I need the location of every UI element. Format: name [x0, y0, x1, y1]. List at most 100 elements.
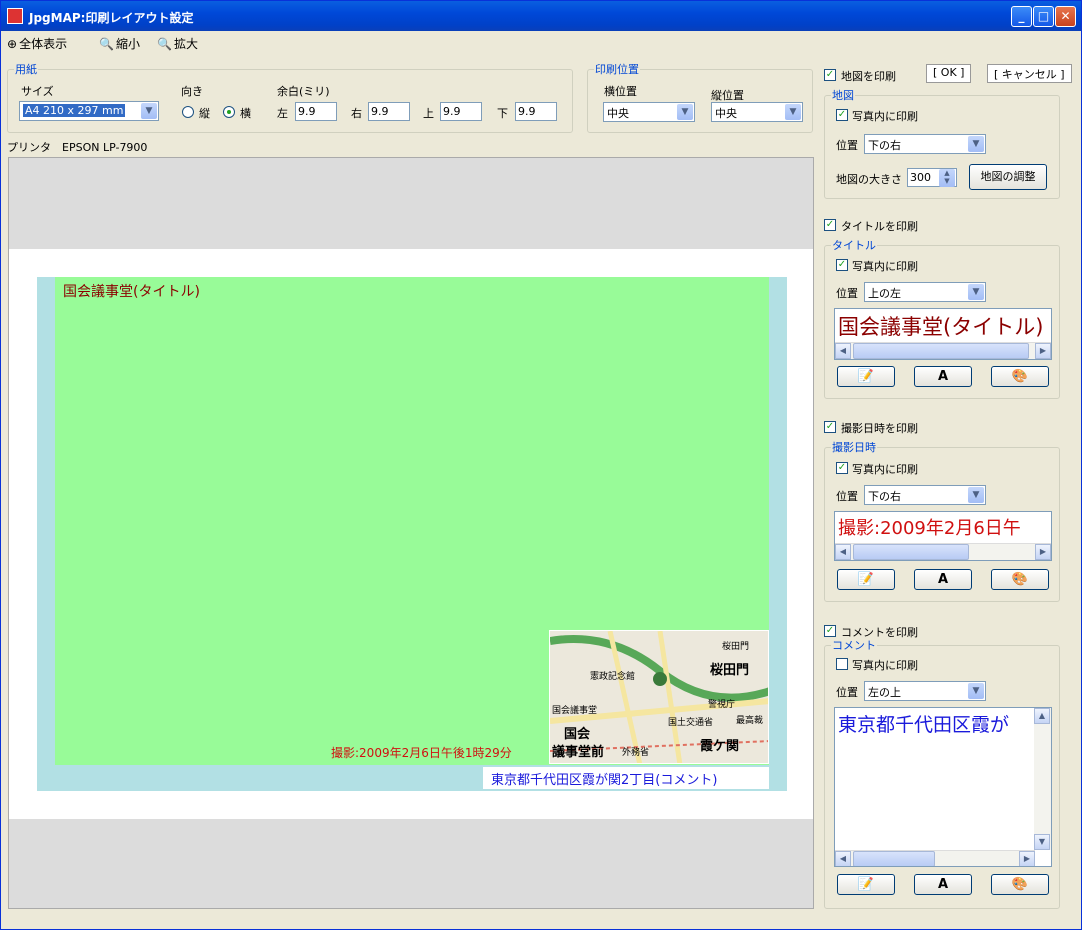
chevron-down-icon: ▼	[785, 104, 801, 120]
print-layout-window: JpgMAP:印刷レイアウト設定 _ □ ✕ ⊕ 全体表示 🔍 縮小 🔍 拡大 [ O…	[0, 0, 1082, 930]
print-title-label: タイトルを印刷	[841, 220, 918, 233]
map-label: 国会議事堂	[552, 706, 598, 716]
fit-button[interactable]: ⊕ 全体表示	[7, 35, 67, 52]
paper-preview: 国会議事堂(タイトル) 撮影:2009年2月6日午後1時29分 桜田門 憲政記念…	[9, 249, 813, 819]
title-font-button[interactable]: A	[914, 366, 972, 387]
date-inside-label: 写真内に印刷	[852, 463, 918, 476]
chevron-down-icon: ▼	[968, 136, 984, 152]
title-inside-label: 写真内に印刷	[852, 260, 918, 273]
title-position-select[interactable]: 上の左 ▼	[864, 282, 986, 302]
scroll-up-icon[interactable]: ▲	[1034, 708, 1050, 724]
scroll-left-icon[interactable]: ◀	[835, 343, 851, 359]
comment-sample-box[interactable]: 東京都千代田区霞が ▲ ▼ ◀ ▶	[834, 707, 1052, 867]
margin-bottom-input[interactable]: 9.9	[515, 102, 557, 121]
margin-label: 余白(ミリ)	[277, 85, 330, 98]
comment-vscroll[interactable]: ▲ ▼	[1034, 708, 1051, 850]
preview-area: 国会議事堂(タイトル) 撮影:2009年2月6日午後1時29分 桜田門 憲政記念…	[8, 157, 814, 909]
zoom-in-label: 拡大	[173, 37, 198, 51]
font-icon: A	[937, 369, 949, 384]
scroll-left-icon[interactable]: ◀	[835, 851, 851, 866]
minimize-button[interactable]: _	[1011, 6, 1032, 27]
scroll-right-icon[interactable]: ▶	[1035, 343, 1051, 359]
comment-position-select[interactable]: 左の上 ▼	[864, 681, 986, 701]
date-edit-button[interactable]: 📝	[837, 569, 895, 590]
print-date-label: 撮影日時を印刷	[841, 422, 918, 435]
size-label: サイズ	[21, 85, 54, 98]
preview-date-text: 撮影:2009年2月6日午後1時29分	[331, 746, 512, 760]
map-adjust-button[interactable]: 地図の調整	[969, 164, 1047, 190]
print-comment-checkbox[interactable]: ✓	[824, 625, 836, 637]
zoom-in-button[interactable]: 🔍 拡大	[157, 35, 198, 52]
title-hscroll[interactable]: ◀ ▶	[835, 342, 1051, 359]
margin-right-label: 右	[351, 107, 362, 120]
scroll-right-icon[interactable]: ▶	[1035, 544, 1051, 560]
preview-comment-text: 東京都千代田区霞が関2丁目(コメント)	[483, 767, 769, 789]
date-hscroll[interactable]: ◀ ▶	[835, 543, 1051, 560]
comment-inside-checkbox[interactable]: ✓	[836, 658, 848, 670]
scroll-thumb[interactable]	[853, 343, 1029, 359]
margin-top-input[interactable]: 9.9	[440, 102, 482, 121]
chevron-down-icon: ▼	[141, 103, 157, 119]
margin-left-input[interactable]: 9.9	[295, 102, 337, 121]
title-legend: タイトル	[832, 239, 876, 252]
print-date-checkbox[interactable]: ✓	[824, 421, 836, 433]
scroll-right-icon[interactable]: ▶	[1019, 851, 1035, 866]
print-map-checkbox[interactable]: ✓	[824, 69, 836, 81]
cancel-button[interactable]: [ キャンセル ]	[987, 64, 1072, 83]
comment-edit-button[interactable]: 📝	[837, 874, 895, 895]
date-sample-box: 撮影:2009年2月6日午 ◀ ▶	[834, 511, 1052, 561]
map-label: 外務省	[622, 748, 650, 758]
toolbar: ⊕ 全体表示 🔍 縮小 🔍 拡大 [ OK ] [ キャンセル ]	[1, 31, 1081, 83]
title-inside-checkbox[interactable]: ✓	[836, 259, 848, 271]
date-font-button[interactable]: A	[914, 569, 972, 590]
close-button[interactable]: ✕	[1055, 6, 1076, 27]
comment-font-button[interactable]: A	[914, 874, 972, 895]
map-inside-checkbox[interactable]: ✓	[836, 109, 848, 121]
landscape-radio[interactable]	[223, 106, 235, 118]
title-bar: JpgMAP:印刷レイアウト設定 _ □ ✕	[1, 1, 1081, 31]
v-position-value: 中央	[715, 107, 737, 120]
print-map-label: 地図を印刷	[841, 70, 896, 83]
h-position-value: 中央	[607, 107, 629, 120]
ok-button[interactable]: [ OK ]	[926, 64, 972, 83]
map-size-value: 300	[910, 171, 931, 184]
print-position-legend: 印刷位置	[595, 63, 639, 76]
comment-hscroll[interactable]: ◀ ▶	[835, 850, 1035, 866]
comment-legend: コメント	[832, 639, 876, 652]
paper-size-value: A4 210 x 297 mm	[23, 104, 126, 117]
map-size-input[interactable]: 300 ▲ ▼	[907, 168, 957, 187]
window-title: JpgMAP:印刷レイアウト設定	[29, 11, 194, 25]
print-title-checkbox[interactable]: ✓	[824, 219, 836, 231]
map-label: 憲政記念館	[590, 672, 636, 682]
fit-icon: ⊕	[7, 37, 18, 51]
paper-size-select[interactable]: A4 210 x 297 mm ▼	[19, 101, 159, 121]
map-label: 国土交通省	[668, 718, 714, 728]
title-sample-box: 国会議事堂(タイトル) ◀ ▶	[834, 308, 1052, 360]
spinner-icon[interactable]: ▲ ▼	[939, 169, 955, 187]
date-legend: 撮影日時	[832, 441, 876, 454]
scroll-down-icon[interactable]: ▼	[1034, 834, 1050, 850]
zoom-out-button[interactable]: 🔍 縮小	[99, 35, 140, 52]
landscape-label: 横	[240, 107, 251, 120]
margin-right-input[interactable]: 9.9	[368, 102, 410, 121]
portrait-label: 縦	[199, 107, 210, 120]
date-color-button[interactable]: 🎨	[991, 569, 1049, 590]
scroll-thumb[interactable]	[853, 851, 935, 866]
map-position-select[interactable]: 下の右 ▼	[864, 134, 986, 154]
zoom-out-label: 縮小	[115, 37, 140, 51]
chevron-down-icon: ▼	[968, 487, 984, 503]
scroll-thumb[interactable]	[853, 544, 969, 560]
portrait-radio[interactable]	[182, 106, 194, 118]
title-color-button[interactable]: 🎨	[991, 366, 1049, 387]
font-icon: A	[937, 877, 949, 892]
v-position-select[interactable]: 中央 ▼	[711, 102, 803, 122]
date-inside-checkbox[interactable]: ✓	[836, 462, 848, 474]
comment-color-button[interactable]: 🎨	[991, 874, 1049, 895]
date-position-select[interactable]: 下の右 ▼	[864, 485, 986, 505]
title-edit-button[interactable]: 📝	[837, 366, 895, 387]
maximize-button[interactable]: □	[1033, 6, 1054, 27]
chevron-down-icon: ▼	[968, 284, 984, 300]
scroll-left-icon[interactable]: ◀	[835, 544, 851, 560]
zoom-in-icon: 🔍	[157, 37, 172, 51]
h-position-select[interactable]: 中央 ▼	[603, 102, 695, 122]
